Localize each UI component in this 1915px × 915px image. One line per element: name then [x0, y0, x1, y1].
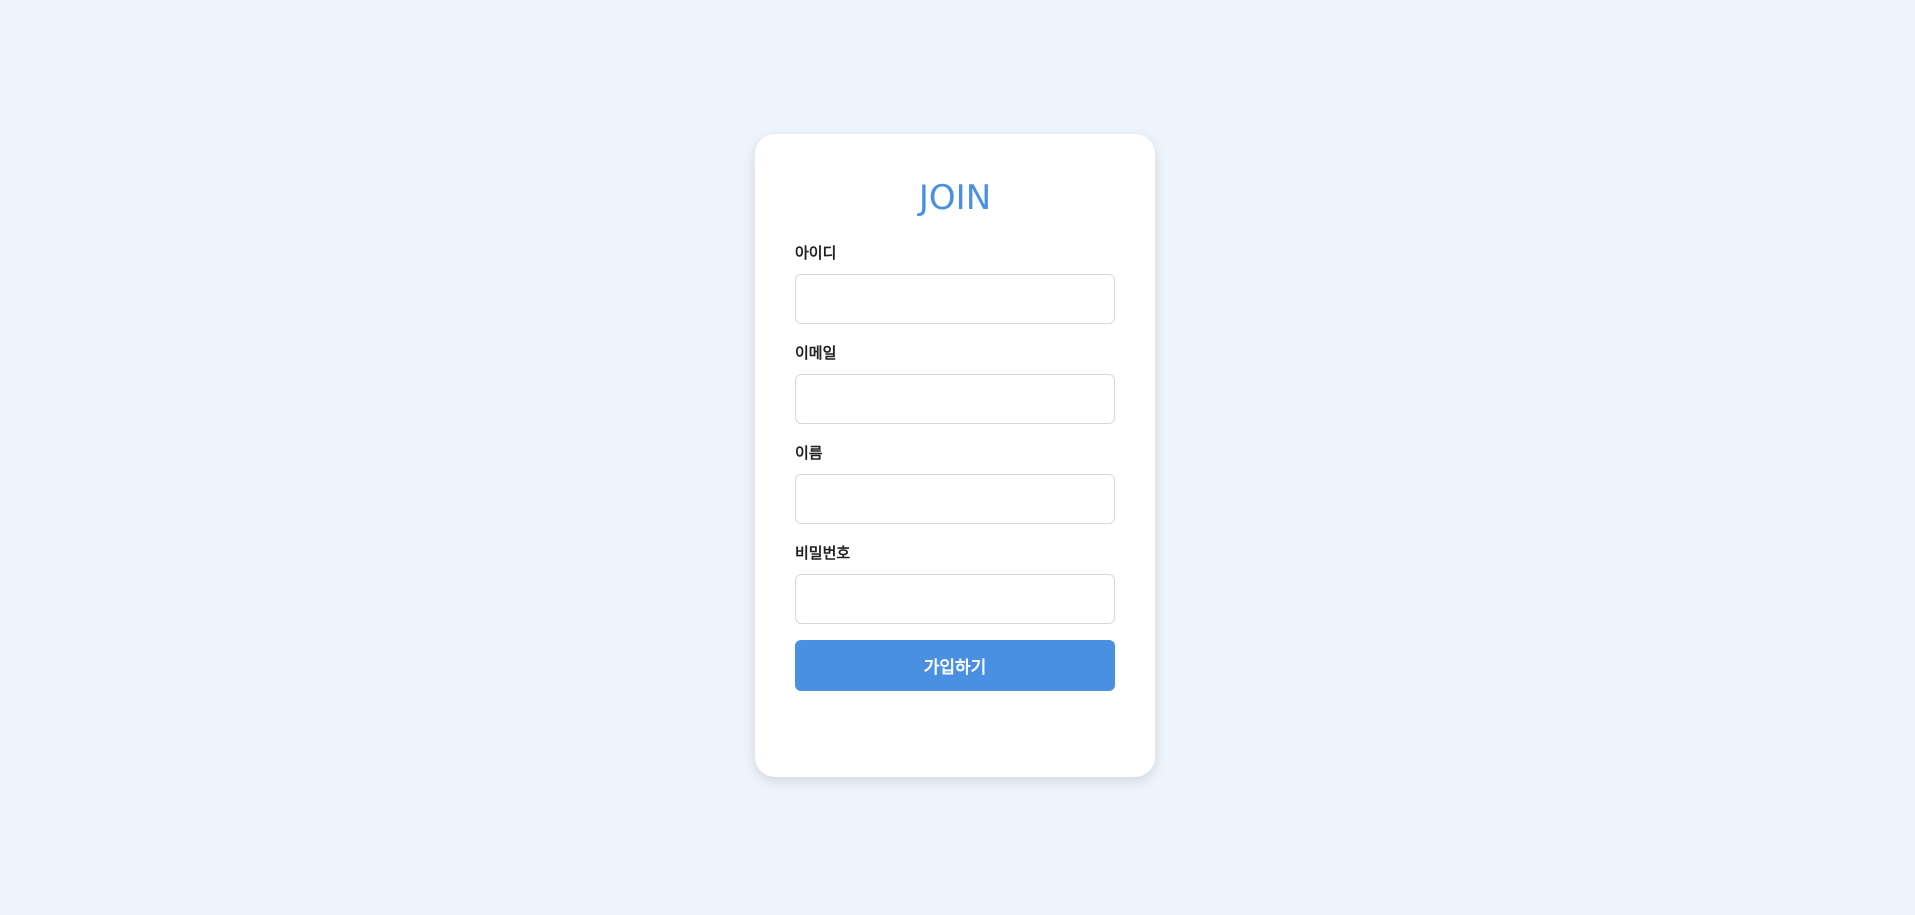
- name-field-group: 이름: [795, 444, 1115, 524]
- join-button[interactable]: 가입하기: [795, 640, 1115, 691]
- join-card: JOIN 아이디 이메일 이름 비밀번호 가입하기: [755, 134, 1155, 777]
- name-label: 이름: [795, 444, 823, 462]
- username-field-group: 아이디: [795, 244, 1115, 324]
- username-label: 아이디: [795, 244, 837, 262]
- join-form: 아이디 이메일 이름 비밀번호 가입하기: [795, 244, 1115, 691]
- name-input[interactable]: [795, 474, 1115, 524]
- password-label: 비밀번호: [795, 544, 851, 562]
- email-field-group: 이메일: [795, 344, 1115, 424]
- email-input[interactable]: [795, 374, 1115, 424]
- password-field-group: 비밀번호: [795, 544, 1115, 624]
- username-input[interactable]: [795, 274, 1115, 324]
- email-label: 이메일: [795, 344, 837, 362]
- page-title: JOIN: [918, 178, 992, 218]
- password-input[interactable]: [795, 574, 1115, 624]
